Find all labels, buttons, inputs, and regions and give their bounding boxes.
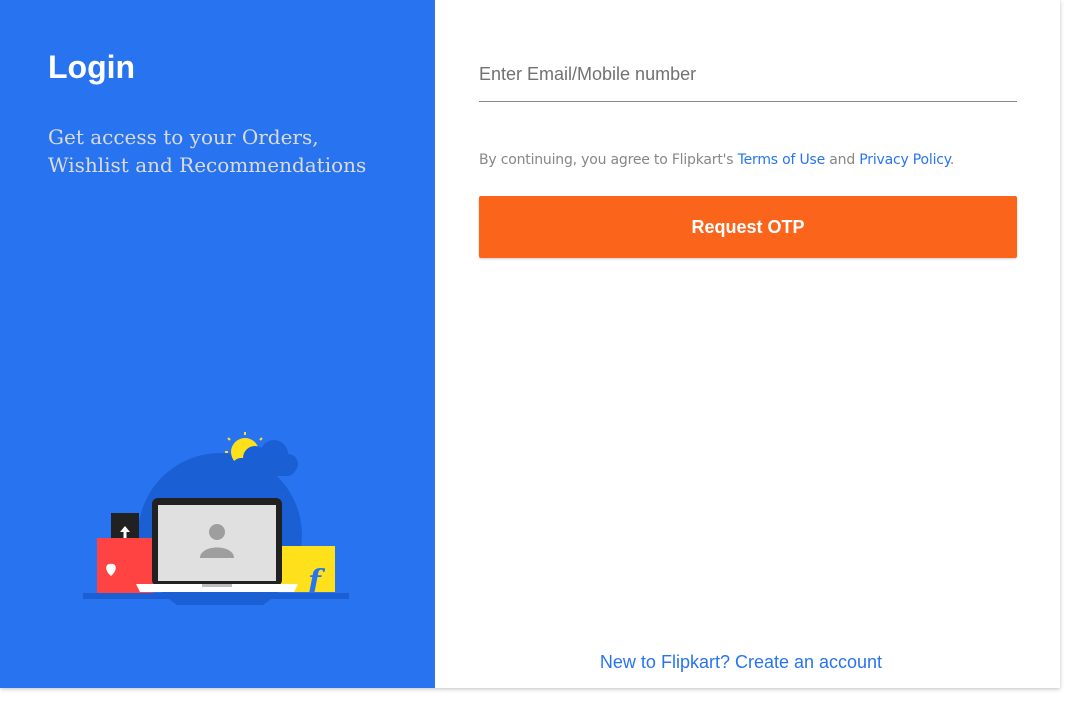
shopping-illustration: f bbox=[83, 432, 349, 605]
terms-of-use-link[interactable]: Terms of Use bbox=[738, 152, 826, 168]
terms-and: and bbox=[825, 152, 860, 168]
privacy-policy-link[interactable]: Privacy Policy bbox=[859, 152, 950, 168]
terms-suffix: . bbox=[949, 152, 955, 168]
terms-notice: By continuing, you agree to Flipkart's T… bbox=[479, 152, 954, 168]
request-otp-button[interactable]: Request OTP bbox=[479, 196, 1017, 258]
ground-bar bbox=[83, 593, 349, 599]
create-account-link[interactable]: New to Flipkart? Create an account bbox=[435, 652, 1047, 673]
terms-prefix: By continuing, you agree to Flipkart's bbox=[479, 152, 738, 168]
login-form-panel: By continuing, you agree to Flipkart's T… bbox=[435, 0, 1060, 688]
laptop-icon bbox=[136, 498, 298, 592]
identifier-field-wrapper bbox=[479, 54, 1017, 102]
login-title: Login bbox=[48, 49, 136, 85]
login-info-panel: Login Get access to your Orders, Wishlis… bbox=[0, 0, 435, 688]
email-mobile-input[interactable] bbox=[479, 54, 1017, 94]
login-modal: Login Get access to your Orders, Wishlis… bbox=[0, 0, 1060, 688]
login-subtitle: Get access to your Orders, Wishlist and … bbox=[48, 125, 367, 177]
